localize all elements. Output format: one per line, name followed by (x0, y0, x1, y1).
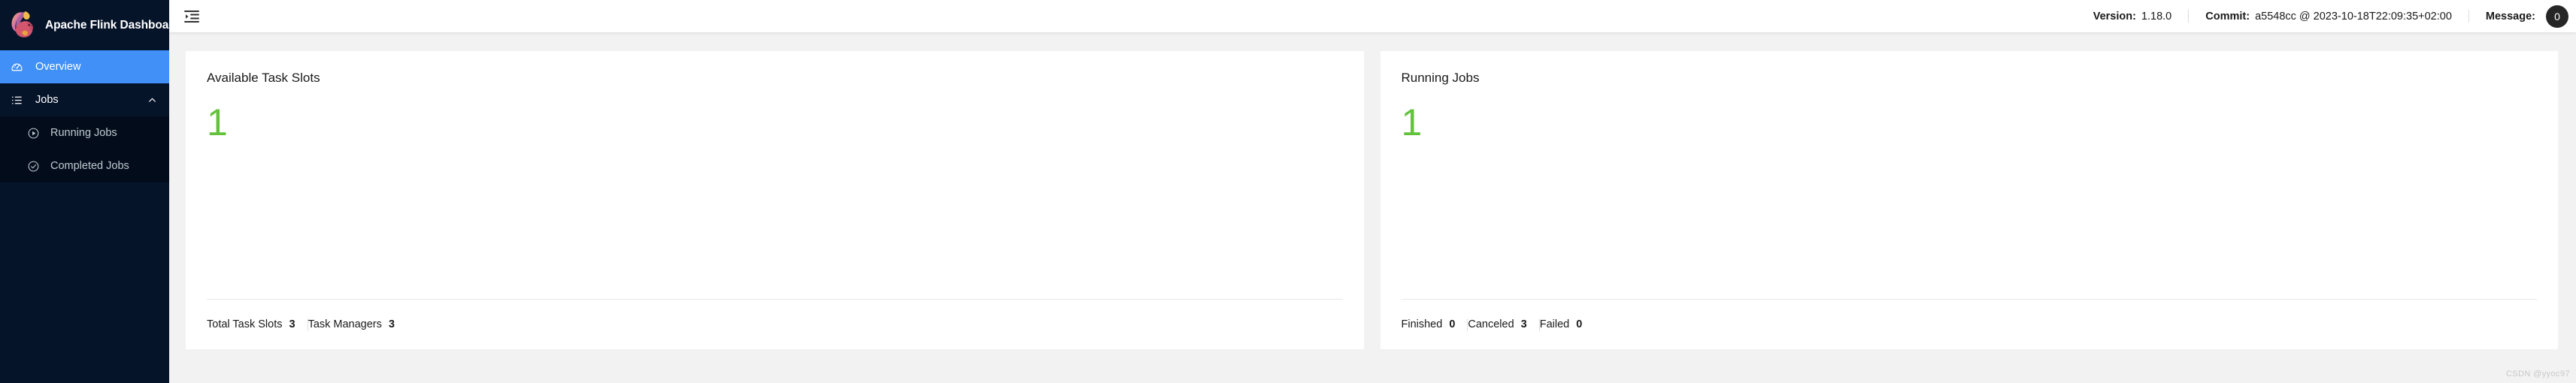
top-bar: Version: 1.18.0 Commit: a5548cc @ 2023-1… (169, 0, 2576, 32)
card-stats: Total Task Slots 3 Task Managers 3 (207, 300, 1343, 349)
brand-header[interactable]: Apache Flink Dashboard (0, 0, 180, 50)
play-circle-icon (28, 128, 39, 138)
stat-value: 3 (388, 318, 395, 330)
card-spacer (207, 141, 1343, 299)
version-label: Version: (2093, 10, 2136, 23)
stat-label: Total Task Slots (207, 318, 283, 330)
commit-value: a5548cc @ 2023-10-18T22:09:35+02:00 (2255, 10, 2452, 23)
message-count-badge[interactable]: 0 (2546, 5, 2568, 28)
card-title: Running Jobs (1401, 71, 1480, 85)
stat-label: Finished (1401, 318, 1443, 330)
sidebar-item-label: Jobs (35, 94, 59, 106)
menu-fold-icon[interactable] (183, 8, 201, 26)
card-title: Available Task Slots (207, 71, 320, 85)
card-stats: Finished 0 Canceled 3 Failed 0 (1402, 300, 2538, 349)
sidebar-item-label: Overview (35, 61, 81, 73)
chevron-up-icon[interactable] (147, 95, 157, 105)
version-value: 1.18.0 (2141, 10, 2172, 23)
topbar-meta: Version: 1.18.0 Commit: a5548cc @ 2023-1… (2077, 5, 2576, 28)
watermark: CSDN @yyoc97 (2505, 369, 2570, 378)
stat-failed: Failed 0 (1540, 318, 1595, 330)
content-area: Available Task Slots 1 Total Task Slots … (169, 32, 2576, 383)
message-info[interactable]: Message: 0 (2469, 5, 2576, 28)
sidebar-item-overview[interactable]: Overview (0, 50, 169, 83)
stat-canceled: Canceled 3 (1468, 318, 1538, 330)
sidebar-subnav-jobs: Running Jobs Completed Jobs (0, 116, 169, 182)
stat-value: 3 (289, 318, 295, 330)
sidebar-item-running-jobs[interactable]: Running Jobs (0, 116, 169, 149)
stat-label: Failed (1539, 318, 1570, 330)
flink-dashboard-app: Apache Flink Dashboard Overview Jobs Run… (0, 0, 2576, 383)
sidebar-subitem-label: Running Jobs (50, 127, 117, 139)
card-value: 1 (1401, 101, 1423, 143)
sidebar-item-jobs[interactable]: Jobs (0, 83, 169, 116)
stat-task-managers: Task Managers 3 (308, 318, 407, 330)
card-running-jobs: Running Jobs 1 Finished 0 Canceled 3 Fai… (1380, 51, 2558, 349)
sidebar-nav: Overview Jobs Running Jobs Completed Job… (0, 50, 169, 182)
commit-info: Commit: a5548cc @ 2023-10-18T22:09:35+02… (2189, 11, 2468, 23)
version-info: Version: 1.18.0 (2077, 11, 2189, 23)
flink-squirrel-logo-icon (11, 11, 34, 38)
main-area: Version: 1.18.0 Commit: a5548cc @ 2023-1… (169, 0, 2576, 383)
stat-finished: Finished 0 (1402, 318, 1468, 330)
card-available-task-slots: Available Task Slots 1 Total Task Slots … (186, 51, 1364, 349)
brand-title: Apache Flink Dashboard (45, 18, 180, 32)
card-value: 1 (207, 101, 228, 143)
stat-total-task-slots: Total Task Slots 3 (207, 318, 308, 330)
stat-label: Canceled (1468, 318, 1514, 330)
check-circle-icon (28, 161, 39, 171)
stat-value: 3 (1520, 318, 1527, 330)
sidebar-subitem-label: Completed Jobs (50, 160, 129, 172)
stat-label: Task Managers (308, 318, 382, 330)
sidebar: Apache Flink Dashboard Overview Jobs Run… (0, 0, 180, 383)
unordered-list-icon (12, 95, 22, 104)
sidebar-item-completed-jobs[interactable]: Completed Jobs (0, 149, 169, 182)
stat-value: 0 (1449, 318, 1456, 330)
commit-label: Commit: (2205, 10, 2250, 23)
message-label: Message: (2485, 10, 2535, 23)
card-spacer (1402, 141, 2538, 299)
dashboard-gauge-icon (11, 63, 23, 71)
stat-value: 0 (1576, 318, 1583, 330)
